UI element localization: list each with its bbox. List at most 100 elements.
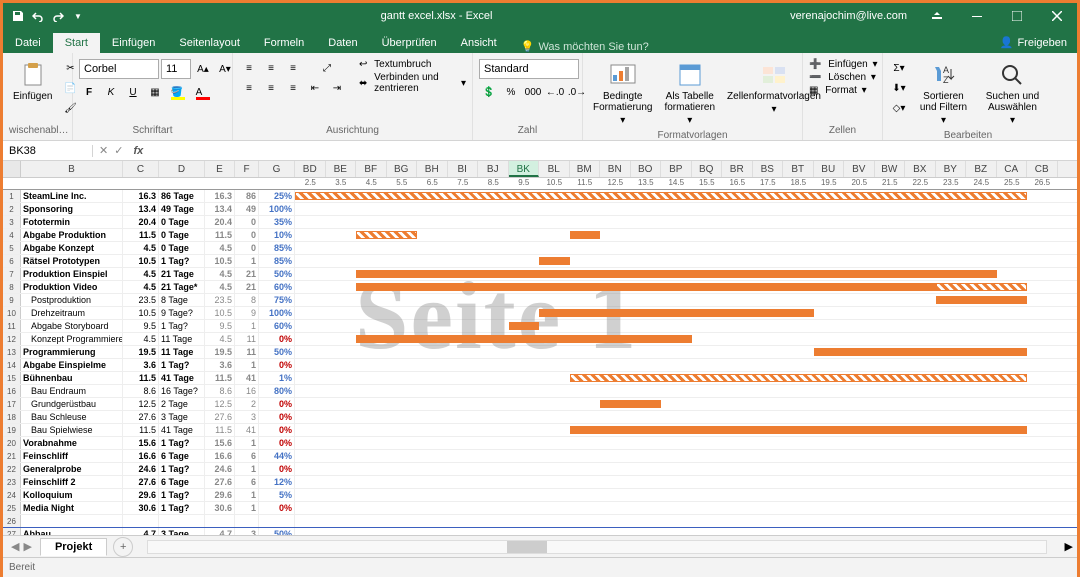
cell[interactable]: 1: [235, 255, 259, 267]
row-header[interactable]: 4: [3, 229, 21, 241]
fill-color-icon[interactable]: 🪣: [167, 83, 187, 101]
column-header[interactable]: BP: [661, 161, 692, 177]
cell[interactable]: 0%: [259, 411, 295, 423]
gantt-bar[interactable]: [356, 283, 997, 291]
gantt-bar[interactable]: [570, 374, 1028, 382]
align-top-icon[interactable]: ≡: [239, 59, 259, 77]
cell[interactable]: 0 Tage: [159, 216, 205, 228]
decrease-indent-icon[interactable]: ⇤: [305, 79, 325, 97]
cell[interactable]: Media Night: [21, 502, 123, 514]
cancel-formula-icon[interactable]: ✕: [99, 144, 108, 157]
share-button[interactable]: 👤 Freigeben: [990, 32, 1077, 53]
cell[interactable]: 1: [235, 489, 259, 501]
column-header[interactable]: BQ: [692, 161, 723, 177]
cell[interactable]: 4.5: [205, 242, 235, 254]
cell[interactable]: 24.6: [205, 463, 235, 475]
cell[interactable]: 0%: [259, 463, 295, 475]
cell[interactable]: Bau Spielwiese: [21, 424, 123, 436]
cell[interactable]: SteamLine Inc.: [21, 190, 123, 202]
cell[interactable]: [205, 515, 235, 527]
cell[interactable]: 44%: [259, 450, 295, 462]
cell[interactable]: 0%: [259, 333, 295, 345]
cell[interactable]: 60%: [259, 320, 295, 332]
tab-layout[interactable]: Seitenlayout: [167, 33, 252, 53]
cell[interactable]: 3.6: [123, 359, 159, 371]
tab-file[interactable]: Datei: [3, 33, 53, 53]
cell[interactable]: 11.5: [205, 229, 235, 241]
increase-indent-icon[interactable]: ⇥: [327, 79, 347, 97]
column-header[interactable]: BZ: [966, 161, 997, 177]
find-select-button[interactable]: Suchen und Auswählen▾: [978, 59, 1047, 128]
gantt-bar[interactable]: [936, 296, 1028, 304]
format-as-table-button[interactable]: Als Tabelle formatieren▾: [660, 59, 719, 128]
cell[interactable]: [123, 515, 159, 527]
cell[interactable]: 15.6: [123, 437, 159, 449]
row-header[interactable]: 11: [3, 320, 21, 332]
paste-button[interactable]: Einfügen: [9, 59, 56, 104]
cell[interactable]: 49 Tage: [159, 203, 205, 215]
cell[interactable]: [159, 515, 205, 527]
cell[interactable]: 11: [235, 333, 259, 345]
cell[interactable]: 4.5: [123, 333, 159, 345]
cell[interactable]: 16.6: [205, 450, 235, 462]
column-header[interactable]: BG: [387, 161, 418, 177]
cell[interactable]: 1 Tag?: [159, 463, 205, 475]
sheet-tab-projekt[interactable]: Projekt: [40, 538, 107, 556]
cell[interactable]: 27.6: [205, 476, 235, 488]
cell[interactable]: Programmierung: [21, 346, 123, 358]
cell[interactable]: 11.5: [205, 372, 235, 384]
name-box[interactable]: BK38: [3, 145, 93, 157]
row-header[interactable]: 23: [3, 476, 21, 488]
increase-decimal-icon[interactable]: ←.0: [545, 83, 565, 101]
grid-body[interactable]: 1SteamLine Inc.16.386 Tage16.38625%2Spon…: [3, 190, 1077, 535]
row-header[interactable]: 26: [3, 515, 21, 527]
column-header[interactable]: BU: [814, 161, 845, 177]
cell[interactable]: Sponsoring: [21, 203, 123, 215]
gantt-bar[interactable]: [509, 322, 540, 330]
column-header[interactable]: BY: [936, 161, 967, 177]
cell[interactable]: 100%: [259, 307, 295, 319]
cell[interactable]: 50%: [259, 528, 295, 535]
cell[interactable]: Grundgerüstbau: [21, 398, 123, 410]
cell[interactable]: 30.6: [205, 502, 235, 514]
cell[interactable]: 0 Tage: [159, 242, 205, 254]
percent-icon[interactable]: %: [501, 83, 521, 101]
cell[interactable]: Postproduktion: [21, 294, 123, 306]
cell[interactable]: [235, 515, 259, 527]
cell[interactable]: 9.5: [205, 320, 235, 332]
underline-button[interactable]: U: [123, 83, 143, 101]
currency-icon[interactable]: 💲: [479, 83, 499, 101]
cell[interactable]: 1 Tag?: [159, 255, 205, 267]
cell[interactable]: 9 Tage?: [159, 307, 205, 319]
row-header[interactable]: 1: [3, 190, 21, 202]
column-header[interactable]: BX: [905, 161, 936, 177]
scroll-right-icon[interactable]: ▶: [1061, 540, 1077, 553]
cell[interactable]: 4.5: [123, 268, 159, 280]
cell[interactable]: 27.6: [123, 476, 159, 488]
cell[interactable]: 4.7: [123, 528, 159, 535]
account-name[interactable]: verenajochim@live.com: [780, 10, 917, 22]
italic-button[interactable]: K: [101, 83, 121, 101]
delete-cells-button[interactable]: ➖ Löschen ▾: [809, 72, 878, 83]
column-header[interactable]: CB: [1027, 161, 1058, 177]
cell[interactable]: Konzept Programmieren: [21, 333, 123, 345]
cell[interactable]: 27.6: [205, 411, 235, 423]
row-header[interactable]: 7: [3, 268, 21, 280]
column-header[interactable]: BO: [631, 161, 662, 177]
row-header[interactable]: 14: [3, 359, 21, 371]
column-header[interactable]: BM: [570, 161, 601, 177]
cell[interactable]: 24.6: [123, 463, 159, 475]
column-header[interactable]: BT: [783, 161, 814, 177]
merge-center-button[interactable]: ⬌ Verbinden und zentrieren ▾: [359, 72, 466, 94]
cell[interactable]: 4.5: [123, 242, 159, 254]
align-middle-icon[interactable]: ≡: [261, 59, 281, 77]
cell[interactable]: Abgabe Einspielme: [21, 359, 123, 371]
column-header[interactable]: D: [159, 161, 205, 177]
column-header[interactable]: BL: [539, 161, 570, 177]
cell[interactable]: 1: [235, 502, 259, 514]
cell[interactable]: 12%: [259, 476, 295, 488]
cell[interactable]: Feinschliff: [21, 450, 123, 462]
column-header[interactable]: B: [21, 161, 123, 177]
cell[interactable]: 11 Tage: [159, 346, 205, 358]
cell[interactable]: Bau Endraum: [21, 385, 123, 397]
